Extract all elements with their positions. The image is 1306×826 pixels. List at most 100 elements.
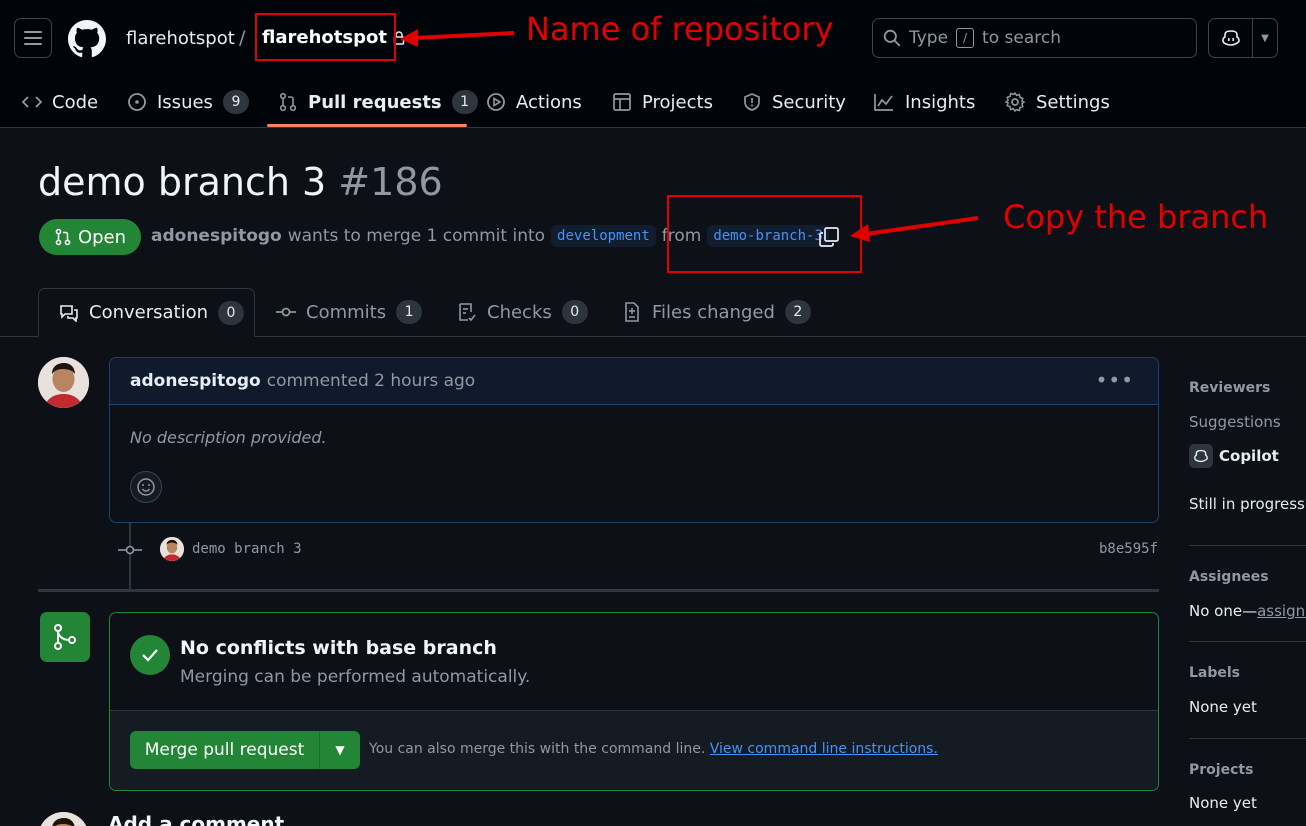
copilot-chat-button[interactable] [1209,19,1253,57]
nav-insights-label: Insights [905,91,976,113]
commits-count-badge: 1 [396,300,423,324]
labels-heading[interactable]: Labels [1189,665,1240,681]
add-reaction-button[interactable] [130,471,162,503]
comment-discussion-icon [60,304,78,322]
commit-message-link[interactable]: demo branch 3 [192,541,302,557]
nav-security[interactable]: Security [742,78,846,126]
assign-yourself-link[interactable]: assign y [1257,602,1306,620]
kebab-menu-icon[interactable]: ••• [1096,368,1134,392]
nav-projects[interactable]: Projects [612,78,713,126]
graph-icon [874,94,893,111]
projects-heading[interactable]: Projects [1189,762,1253,778]
assignees-value: No one—assign y [1189,602,1306,620]
avatar [38,812,89,826]
nav-issues[interactable]: Issues 9 [127,78,249,126]
triangle-down-icon: ▼ [335,743,345,757]
merge-status-icon [40,612,90,662]
check-circle-icon [130,635,170,675]
pr-state-label: Open [77,226,127,248]
commit-sha-link[interactable]: b8e595f [1099,541,1158,557]
gear-icon [1004,91,1026,113]
merge-box: No conflicts with base branch Merging ca… [109,612,1159,791]
hamburger-menu-button[interactable] [14,18,52,58]
merge-pull-request-button[interactable]: Merge pull request [130,731,320,769]
copilot-reviewer[interactable]: Copilot [1189,444,1279,468]
merge-hint-text: You can also merge this with the command… [369,741,706,757]
tab-conversation[interactable]: Conversation 0 [38,288,255,337]
issues-count-badge: 9 [222,90,249,114]
issue-icon [128,93,146,111]
copilot-dropdown-toggle[interactable]: ▼ [1253,33,1277,44]
copilot-icon [1189,444,1213,468]
nav-code[interactable]: Code [22,78,98,126]
assignees-none-text: No one— [1189,602,1258,620]
merge-status-subtitle: Merging can be performed automatically. [180,667,531,687]
nav-actions-label: Actions [516,91,582,113]
timeline-divider [38,589,1159,592]
comment-header: adonespitogo commented 2 hours ago ••• [110,358,1158,405]
nav-pull-requests[interactable]: Pull requests 1 [278,78,478,126]
merge-status-section: No conflicts with base branch Merging ca… [110,613,1158,711]
commit-icon [118,545,142,555]
copilot-icon [1221,30,1240,46]
nav-insights[interactable]: Insights [873,78,975,126]
nav-security-label: Security [772,91,846,113]
pr-state-badge: Open [39,219,141,255]
checks-count-badge: 0 [561,300,588,324]
pr-author-link[interactable]: adonespitogo [151,226,282,246]
comment-body: No description provided. [130,428,327,447]
nav-projects-label: Projects [642,91,713,113]
tab-files-changed[interactable]: Files changed 2 [622,288,811,336]
nav-settings[interactable]: Settings [1004,78,1110,126]
repo-owner-link[interactable]: flarehotspot [126,28,235,49]
pr-number: #186 [338,160,443,204]
branch-annotation-arrow [850,216,979,242]
tab-files-changed-label: Files changed [652,301,775,323]
search-shortcut-key: / [956,28,975,48]
play-icon [487,93,505,111]
repo-annotation-box [255,13,396,61]
merge-method-dropdown[interactable]: ▼ [320,731,360,769]
pull-request-icon [279,92,297,112]
pull-request-icon [55,228,71,246]
reviewers-heading[interactable]: Reviewers [1189,380,1270,396]
sidebar-divider [1189,545,1306,546]
merge-hint: You can also merge this with the command… [369,741,938,757]
tab-commits[interactable]: Commits 1 [276,288,423,336]
tab-checks[interactable]: Checks 0 [457,288,588,336]
nav-actions[interactable]: Actions [486,78,582,126]
sidebar-divider [1189,738,1306,739]
github-logo-icon[interactable] [68,20,106,58]
base-branch-link[interactable]: development [551,225,656,247]
search-placeholder-suffix: to search [982,28,1061,48]
timeline-commit-item: demo branch 3 b8e595f [118,537,1158,563]
assignees-heading[interactable]: Assignees [1189,569,1269,585]
shield-icon [744,93,760,111]
avatar[interactable] [160,537,184,561]
merge-button-group: Merge pull request ▼ [130,731,360,769]
labels-value: None yet [1189,698,1257,716]
branch-annotation-box [667,195,862,273]
nav-pull-requests-label: Pull requests [308,91,442,113]
avatar[interactable] [38,357,89,408]
nav-code-label: Code [52,91,99,113]
pr-title: demo branch 3 #186 [38,160,443,204]
comment-timestamp[interactable]: commented 2 hours ago [267,371,475,391]
checklist-icon [459,303,476,322]
comment-author-link[interactable]: adonespitogo [130,371,261,391]
git-merge-icon [54,624,76,650]
command-line-instructions-link[interactable]: View command line instructions. [710,741,938,757]
projects-value: None yet [1189,794,1257,812]
branch-annotation-label: Copy the branch [1003,198,1269,236]
breadcrumb-separator: / [239,27,246,49]
copilot-button[interactable]: ▼ [1208,18,1278,58]
nav-settings-label: Settings [1036,91,1110,113]
sidebar-divider [1189,641,1306,642]
pr-title-text: demo branch 3 [38,160,327,204]
file-diff-icon [625,302,639,322]
copilot-reviewer-label: Copilot [1219,447,1279,465]
repo-annotation-label: Name of repository [526,10,834,48]
search-placeholder-prefix: Type [909,28,949,48]
search-input[interactable]: Type / to search [872,18,1197,58]
merge-action-section: Merge pull request ▼ You can also merge … [110,711,1158,790]
